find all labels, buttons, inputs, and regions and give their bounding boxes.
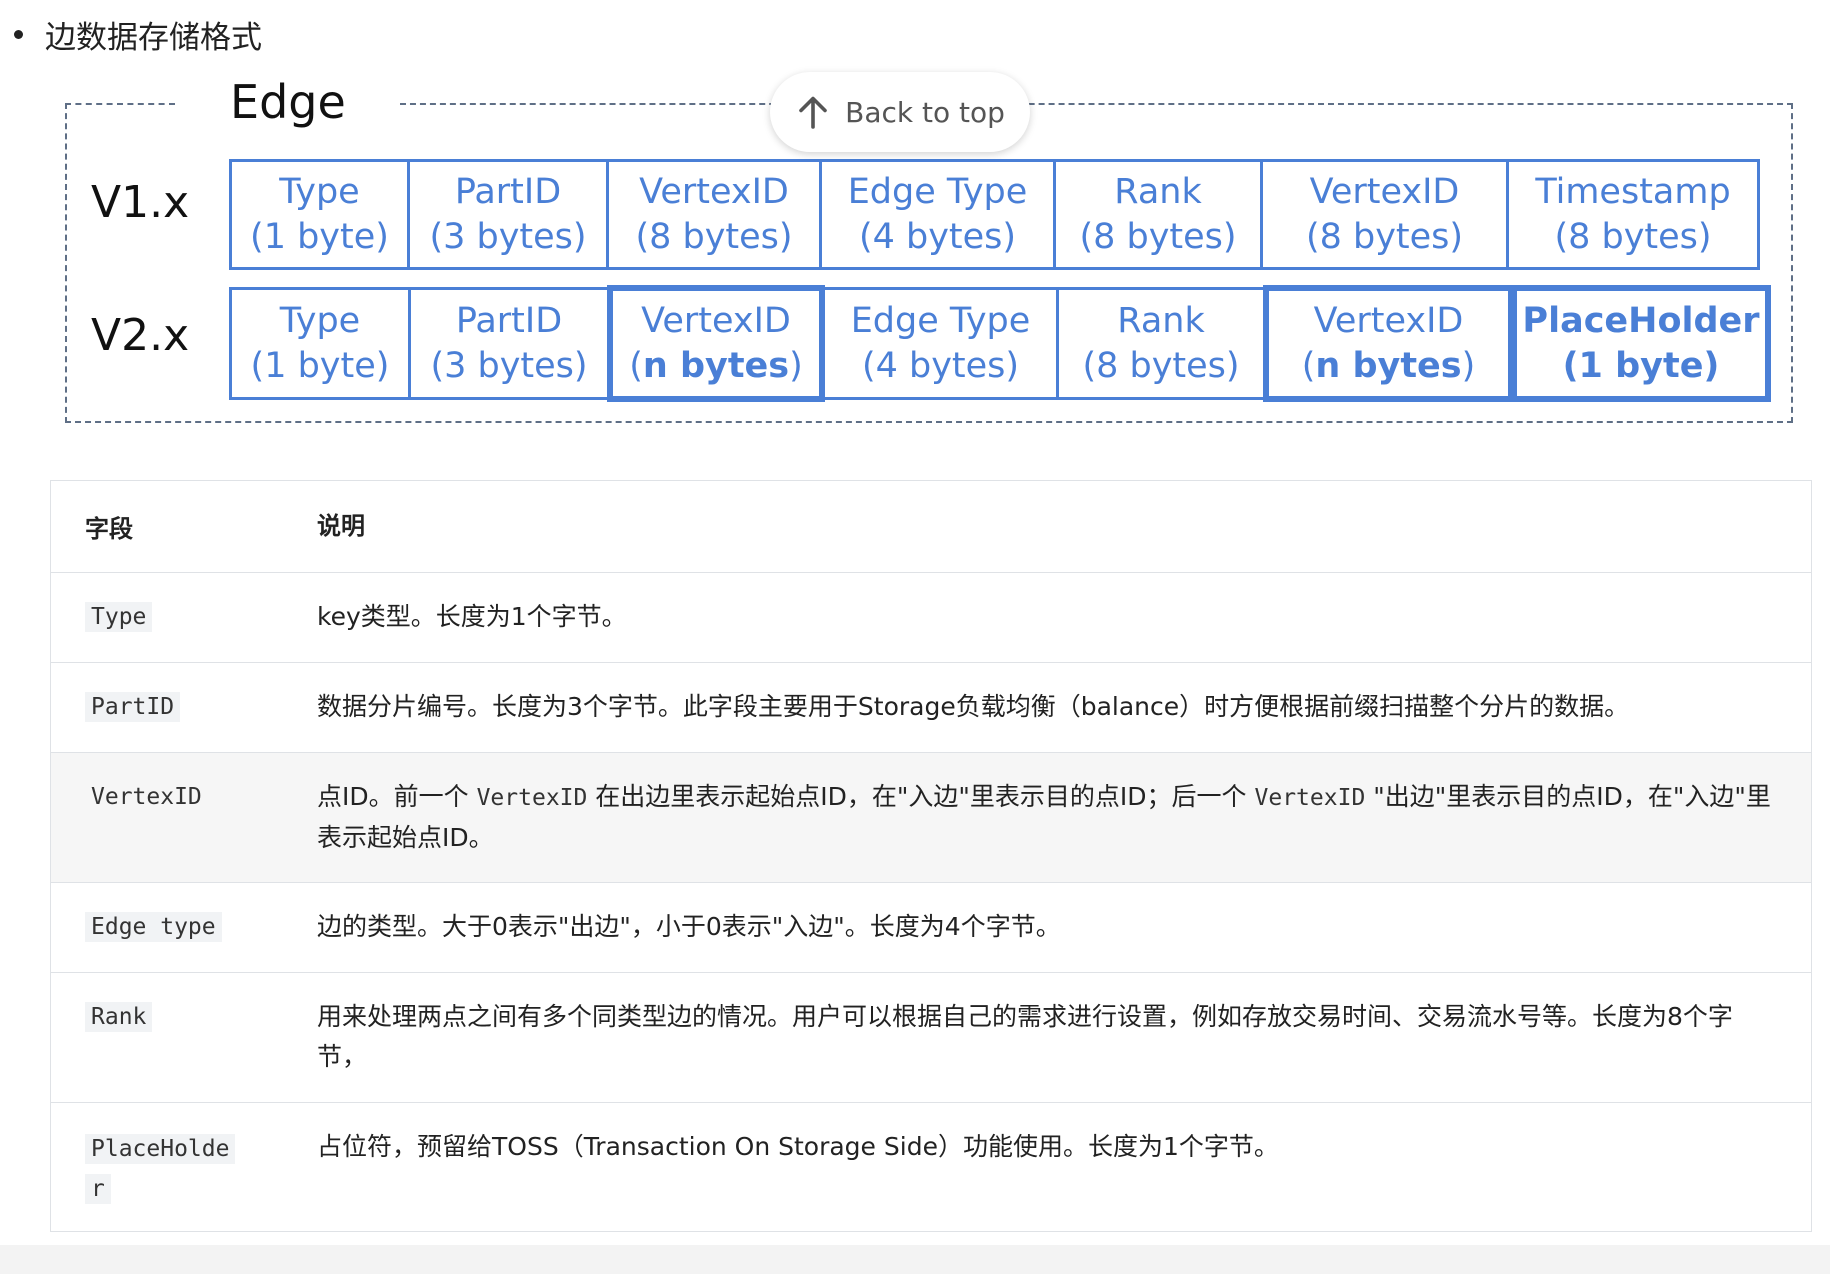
field-description: key类型。长度为1个字节。 [317, 602, 627, 631]
section-heading: 边数据存储格式 [14, 12, 262, 56]
v1-row: Type (1 byte) PartID (3 bytes) VertexID … [229, 159, 1760, 270]
table-row: Type key类型。长度为1个字节。 [51, 573, 1811, 663]
field-description: 点ID。前一个 VertexID 在出边里表示起始点ID，在"入边"里表示目的点… [317, 782, 1771, 852]
inline-code: VertexID [1254, 785, 1366, 811]
field-name-code: r [85, 1174, 111, 1204]
field-name-code: Rank [85, 1002, 153, 1032]
v2-cell-src-vertexid: VertexID (n bytes) [607, 285, 825, 402]
back-to-top-label: Back to top [845, 95, 1005, 129]
table-row: Edge type 边的类型。大于0表示"出边"，小于0表示"入边"。长度为4个… [51, 883, 1811, 973]
frame-border-bottom [65, 421, 1793, 423]
v2-cell-dst-vertexid: VertexID (n bytes) [1263, 285, 1514, 402]
v2-cell-rank: Rank (8 bytes) [1056, 287, 1266, 400]
frame-border-top-left [65, 103, 175, 105]
field-description: 边的类型。大于0表示"出边"，小于0表示"入边"。长度为4个字节。 [317, 912, 1061, 941]
field-description-table: 字段 说明 Type key类型。长度为1个字节。 PartID 数据分片编号。… [50, 480, 1812, 1232]
table-row: VertexID 点ID。前一个 VertexID 在出边里表示起始点ID，在"… [51, 753, 1811, 883]
column-header-description: 说明 [317, 512, 365, 540]
v2-label: V2.x [91, 310, 190, 361]
v2-cell-edge-type: Edge Type (4 bytes) [822, 287, 1059, 400]
table-row: Rank 用来处理两点之间有多个同类型边的情况。用户可以根据自己的需求进行设置，… [51, 973, 1811, 1103]
field-name-code: PlaceHolde [85, 1134, 236, 1164]
inline-code: VertexID [476, 785, 588, 811]
field-description: 数据分片编号。长度为3个字节。此字段主要用于Storage负载均衡（balanc… [317, 692, 1630, 721]
v1-label: V1.x [91, 177, 190, 228]
field-name-code: VertexID [91, 784, 202, 810]
section-heading-text: 边数据存储格式 [45, 19, 262, 56]
field-name-code: PartID [85, 692, 181, 722]
v1-cell-dst-vertexid: VertexID (8 bytes) [1260, 159, 1509, 270]
v2-cell-placeholder: PlaceHolder (1 byte) [1511, 285, 1771, 402]
v1-cell-edge-type: Edge Type (4 bytes) [819, 159, 1056, 270]
field-name-code: Edge type [85, 912, 222, 942]
frame-border-right [1791, 103, 1793, 423]
column-header-field: 字段 [85, 515, 133, 543]
v1-cell-timestamp: Timestamp (8 bytes) [1506, 159, 1760, 270]
field-name-code: Type [85, 602, 153, 632]
frame-border-left [65, 103, 67, 423]
diagram-title: Edge [230, 75, 346, 129]
bullet-dot [14, 29, 23, 39]
back-to-top-button[interactable]: Back to top [770, 72, 1030, 152]
table-row: PlaceHolde r 占位符，预留给TOSS（Transaction On … [51, 1103, 1811, 1233]
arrow-up-icon [799, 96, 827, 129]
table-row: PartID 数据分片编号。长度为3个字节。此字段主要用于Storage负载均衡… [51, 663, 1811, 753]
field-description: 占位符，预留给TOSS（Transaction On Storage Side）… [317, 1132, 1279, 1161]
v1-cell-partid: PartID (3 bytes) [407, 159, 609, 270]
v1-cell-type: Type (1 byte) [229, 159, 410, 270]
page-footer-band [0, 1245, 1830, 1274]
v1-cell-rank: Rank (8 bytes) [1053, 159, 1263, 270]
v2-cell-type: Type (1 byte) [229, 287, 411, 400]
v2-row: Type (1 byte) PartID (3 bytes) VertexID … [229, 285, 1771, 402]
v2-cell-partid: PartID (3 bytes) [408, 287, 610, 400]
field-description: 用来处理两点之间有多个同类型边的情况。用户可以根据自己的需求进行设置，例如存放交… [317, 1002, 1733, 1071]
frame-border-top-right [400, 103, 1793, 105]
v1-cell-src-vertexid: VertexID (8 bytes) [606, 159, 822, 270]
table-header-row: 字段 说明 [51, 481, 1811, 573]
